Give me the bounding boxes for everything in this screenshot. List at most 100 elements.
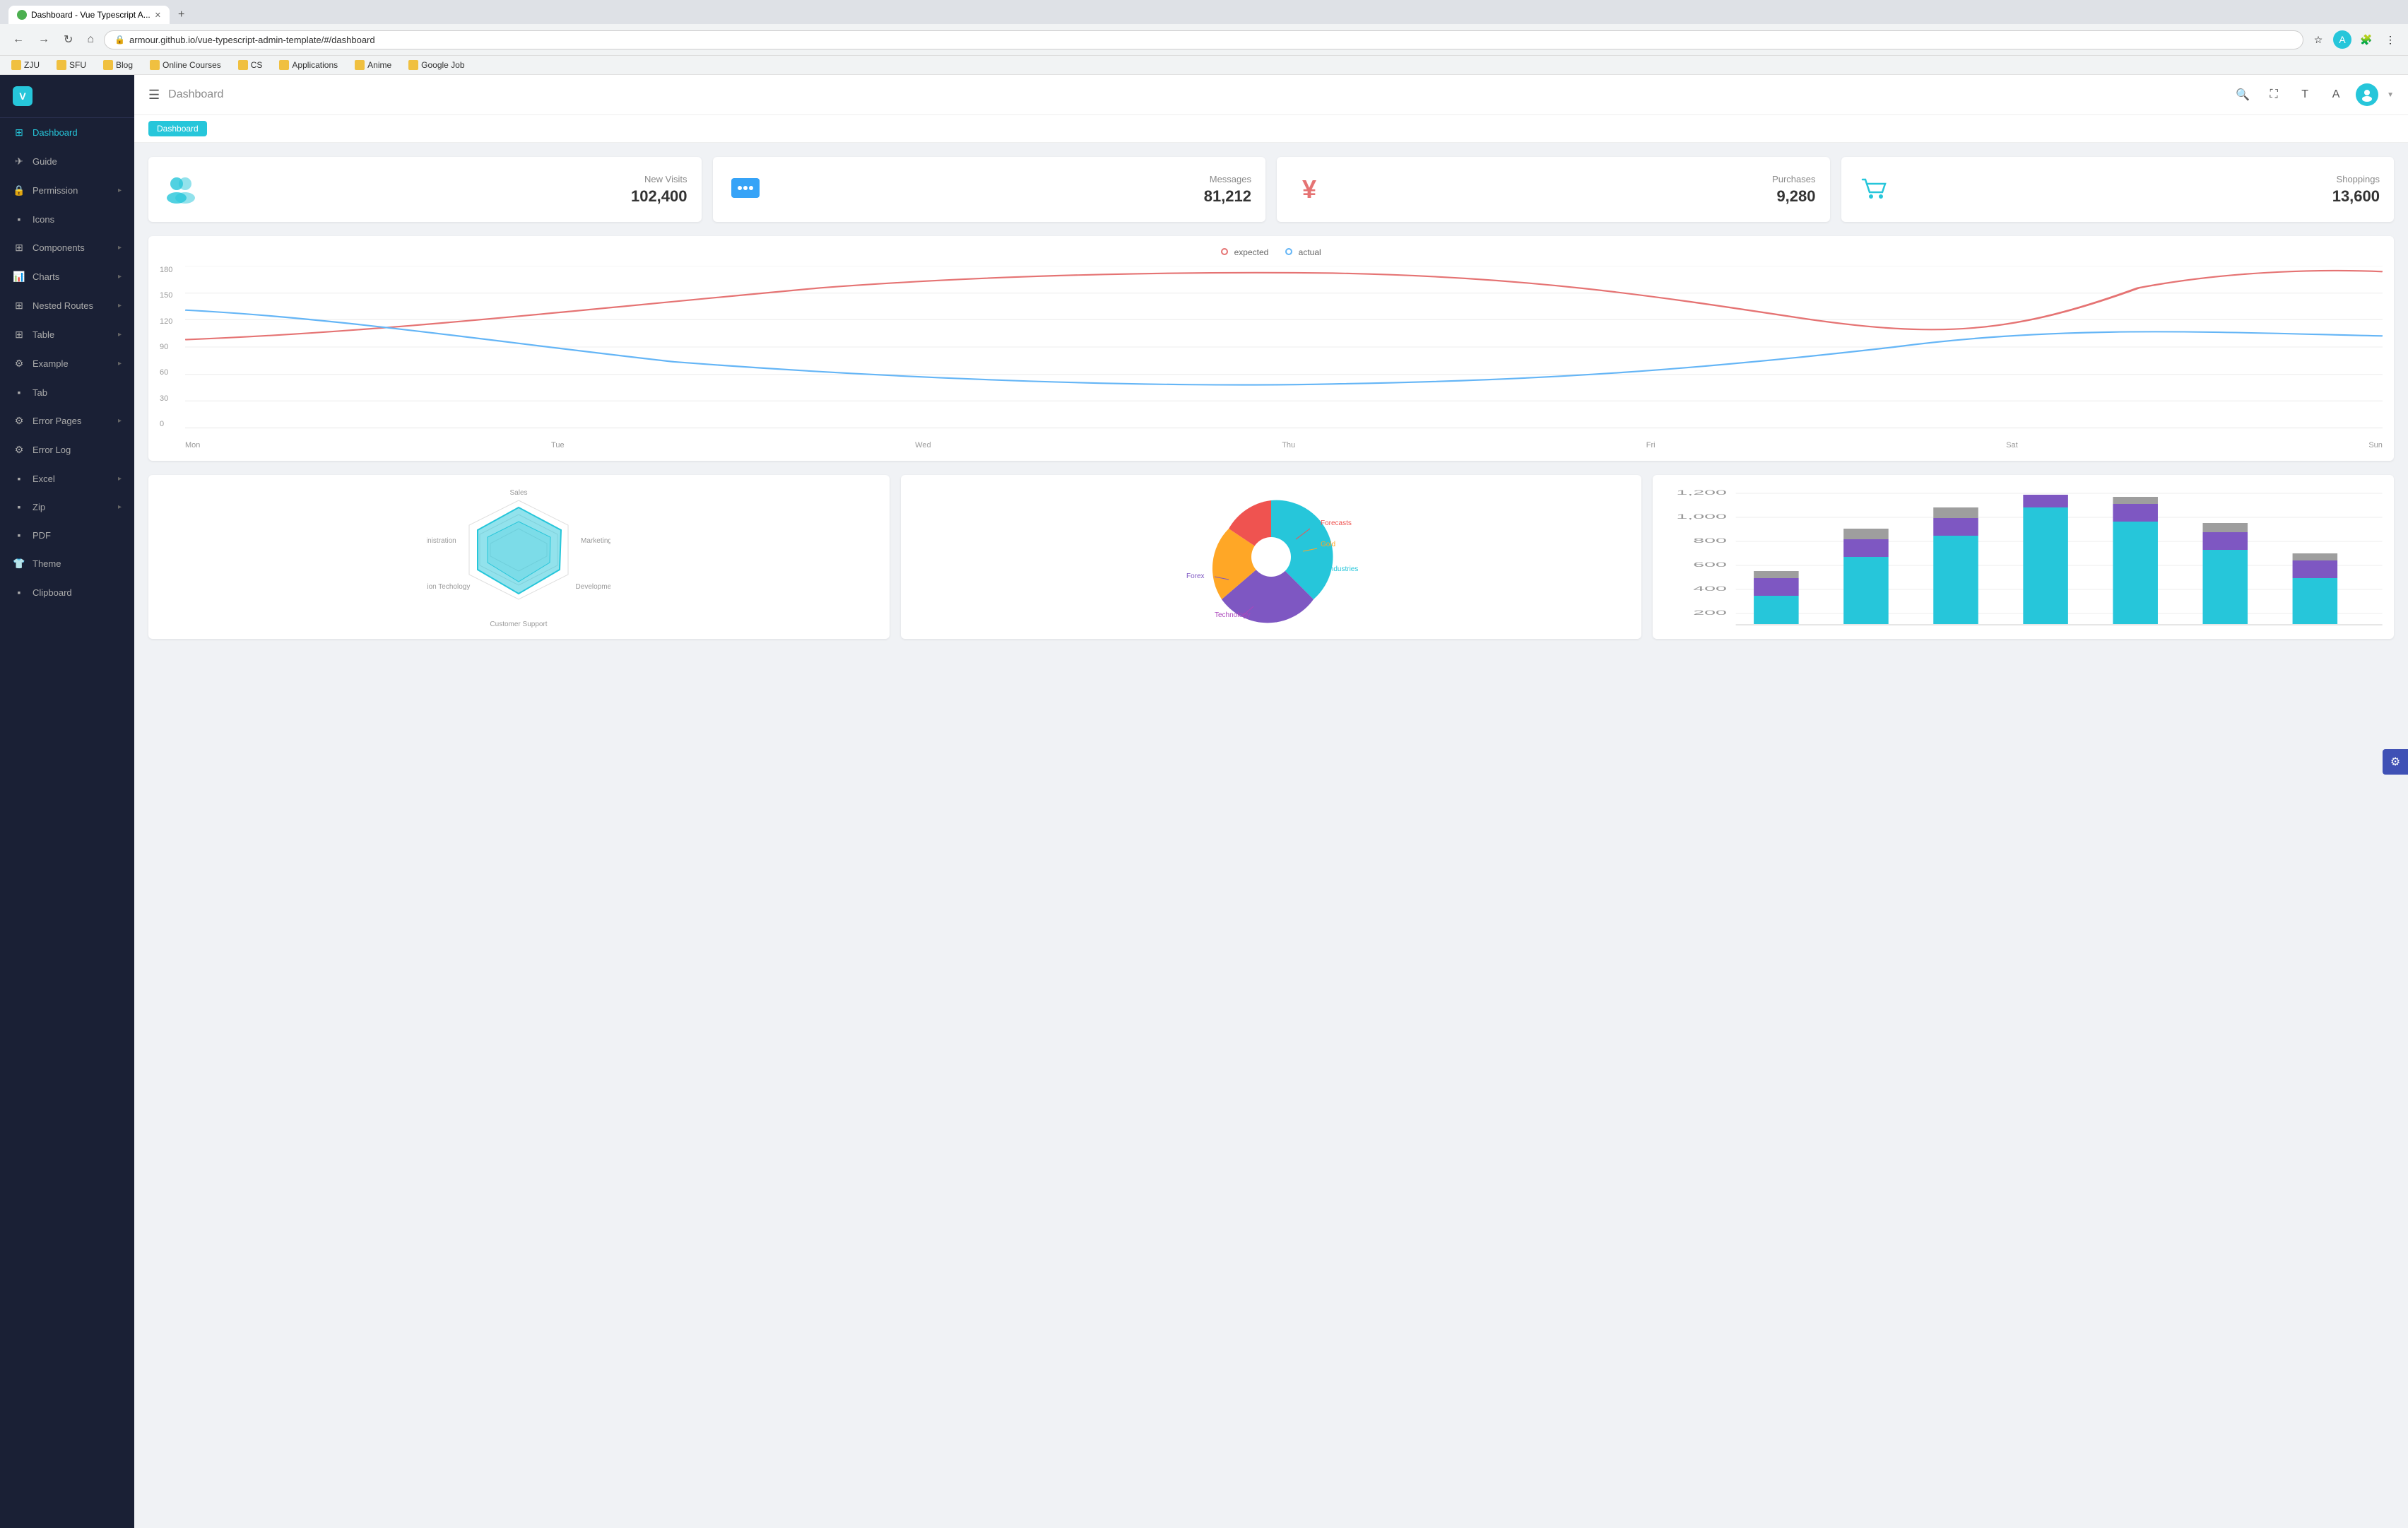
sidebar-item-label: Example bbox=[33, 358, 111, 369]
sidebar-item-charts[interactable]: 📊 Charts ▸ bbox=[0, 262, 134, 291]
chart-drawing-area bbox=[185, 266, 2383, 428]
address-bar[interactable]: 🔒 armour.github.io/vue-typescript-admin-… bbox=[104, 30, 2303, 49]
header-right: 🔍 ⛶ T A ▼ bbox=[2231, 83, 2394, 106]
bar-chart-card: 1,200 1,000 800 600 400 200 bbox=[1653, 475, 2394, 639]
zip-icon: ▪ bbox=[13, 501, 25, 512]
user-avatar[interactable] bbox=[2356, 83, 2378, 106]
tab-close-button[interactable]: ✕ bbox=[155, 11, 161, 20]
sidebar-item-table[interactable]: ⊞ Table ▸ bbox=[0, 320, 134, 349]
sidebar-item-dashboard[interactable]: ⊞ Dashboard bbox=[0, 118, 134, 147]
bookmark-zju[interactable]: ZJU bbox=[8, 59, 42, 71]
expected-dot bbox=[1221, 248, 1228, 255]
bookmark-icon[interactable]: ☆ bbox=[2309, 30, 2327, 49]
sidebar-item-permission[interactable]: 🔒 Permission ▸ bbox=[0, 176, 134, 205]
browser-nav: ← → ↻ ⌂ 🔒 armour.github.io/vue-typescrip… bbox=[0, 24, 2408, 56]
home-button[interactable]: ⌂ bbox=[83, 30, 98, 49]
bookmark-blog[interactable]: Blog bbox=[100, 59, 136, 71]
radar-chart: Sales Administration Marketing Developme… bbox=[160, 486, 878, 628]
sidebar-item-excel[interactable]: ▪ Excel ▸ bbox=[0, 464, 134, 493]
sidebar-item-label: Icons bbox=[33, 214, 122, 225]
sidebar-item-pdf[interactable]: ▪ PDF bbox=[0, 521, 134, 549]
header-left: ☰ Dashboard bbox=[148, 88, 223, 102]
menu-icon[interactable]: ⋮ bbox=[2381, 30, 2400, 49]
x-axis: Mon Tue Wed Thu Fri Sat Sun bbox=[185, 441, 2383, 449]
actual-label: actual bbox=[1299, 247, 1321, 257]
sidebar: V ⊞ Dashboard ✈ Guide 🔒 Permission ▸ ▪ I… bbox=[0, 75, 134, 1528]
fullscreen-icon[interactable]: ⛶ bbox=[2262, 83, 2285, 106]
dropdown-arrow[interactable]: ▼ bbox=[2387, 91, 2394, 99]
sidebar-item-error-log[interactable]: ⚙ Error Log bbox=[0, 435, 134, 464]
bookmark-label: Blog bbox=[116, 60, 133, 70]
sidebar-item-icons[interactable]: ▪ Icons bbox=[0, 205, 134, 233]
messages-icon bbox=[727, 171, 764, 208]
folder-icon bbox=[355, 60, 365, 70]
pie-chart: Forecasts Gold Industries Forex Technolo… bbox=[912, 486, 1631, 628]
sidebar-item-label: Permission bbox=[33, 185, 111, 196]
hamburger-icon[interactable]: ☰ bbox=[148, 88, 160, 102]
arrow-icon: ▸ bbox=[118, 417, 122, 425]
header-title: Dashboard bbox=[168, 88, 223, 101]
bookmarks-bar: ZJU SFU Blog Online Courses CS Applicati… bbox=[0, 56, 2408, 75]
stat-value: 81,212 bbox=[775, 187, 1252, 206]
arrow-icon: ▸ bbox=[118, 302, 122, 310]
new-tab-button[interactable]: + bbox=[172, 6, 190, 24]
tab-bar: Dashboard - Vue Typescript A... ✕ + bbox=[8, 6, 2400, 24]
tab-icon: ▪ bbox=[13, 387, 25, 398]
font-icon[interactable]: T bbox=[2294, 83, 2316, 106]
arrow-icon: ▸ bbox=[118, 187, 122, 194]
translate-icon[interactable]: A bbox=[2325, 83, 2347, 106]
stat-info-shoppings: Shoppings 13,600 bbox=[1904, 174, 2380, 206]
sidebar-item-error-pages[interactable]: ⚙ Error Pages ▸ bbox=[0, 406, 134, 435]
line-chart-container: 180 150 120 90 60 30 0 bbox=[160, 266, 2383, 449]
bookmark-sfu[interactable]: SFU bbox=[54, 59, 89, 71]
bookmark-online-courses[interactable]: Online Courses bbox=[147, 59, 224, 71]
forward-button[interactable]: → bbox=[34, 30, 54, 49]
arrow-icon: ▸ bbox=[118, 360, 122, 368]
content-area: New Visits 102,400 Messages 81,212 ¥ bbox=[134, 143, 2408, 653]
stat-label: New Visits bbox=[211, 174, 687, 184]
search-icon[interactable]: 🔍 bbox=[2231, 83, 2254, 106]
sidebar-item-tab[interactable]: ▪ Tab bbox=[0, 378, 134, 406]
refresh-button[interactable]: ↻ bbox=[59, 30, 77, 49]
sidebar-item-guide[interactable]: ✈ Guide bbox=[0, 147, 134, 176]
radar-chart-card: Sales Administration Marketing Developme… bbox=[148, 475, 890, 639]
stat-info-purchases: Purchases 9,280 bbox=[1339, 174, 1816, 206]
icons-icon: ▪ bbox=[13, 213, 25, 225]
x-label: Sun bbox=[2368, 441, 2383, 449]
table-icon: ⊞ bbox=[13, 329, 25, 341]
sidebar-item-clipboard[interactable]: ▪ Clipboard bbox=[0, 578, 134, 606]
sidebar-item-nested-routes[interactable]: ⊞ Nested Routes ▸ bbox=[0, 291, 134, 320]
sidebar-item-example[interactable]: ⚙ Example ▸ bbox=[0, 349, 134, 378]
bookmark-google-job[interactable]: Google Job bbox=[406, 59, 467, 71]
stat-info-messages: Messages 81,212 bbox=[775, 174, 1252, 206]
bookmark-cs[interactable]: CS bbox=[235, 59, 266, 71]
bookmark-applications[interactable]: Applications bbox=[276, 59, 341, 71]
active-tab[interactable]: Dashboard - Vue Typescript A... ✕ bbox=[8, 6, 170, 24]
expected-label: expected bbox=[1234, 247, 1269, 257]
bookmark-label: Applications bbox=[292, 60, 338, 70]
gear-fab-button[interactable]: ⚙ bbox=[2383, 749, 2408, 775]
bookmark-label: SFU bbox=[69, 60, 86, 70]
header: ☰ Dashboard 🔍 ⛶ T A ▼ bbox=[134, 75, 2408, 115]
url-text: armour.github.io/vue-typescript-admin-te… bbox=[129, 35, 2293, 45]
stats-row: New Visits 102,400 Messages 81,212 ¥ bbox=[148, 157, 2394, 222]
profile-icon[interactable]: A bbox=[2333, 30, 2351, 49]
svg-text:600: 600 bbox=[1694, 561, 1728, 568]
browser-chrome: Dashboard - Vue Typescript A... ✕ + bbox=[0, 0, 2408, 24]
svg-text:1,000: 1,000 bbox=[1677, 513, 1728, 520]
nested-routes-icon: ⊞ bbox=[13, 300, 25, 312]
sidebar-logo: V bbox=[0, 75, 134, 118]
y-label: 150 bbox=[160, 291, 179, 300]
arrow-icon: ▸ bbox=[118, 244, 122, 252]
sidebar-item-components[interactable]: ⊞ Components ▸ bbox=[0, 233, 134, 262]
tab-title: Dashboard - Vue Typescript A... bbox=[31, 10, 150, 20]
extension-icon[interactable]: 🧩 bbox=[2357, 30, 2375, 49]
y-label: 60 bbox=[160, 368, 179, 377]
actual-dot bbox=[1285, 248, 1292, 255]
excel-icon: ▪ bbox=[13, 473, 25, 484]
clipboard-icon: ▪ bbox=[13, 587, 25, 598]
sidebar-item-zip[interactable]: ▪ Zip ▸ bbox=[0, 493, 134, 521]
bookmark-anime[interactable]: Anime bbox=[352, 59, 394, 71]
back-button[interactable]: ← bbox=[8, 30, 28, 49]
sidebar-item-theme[interactable]: 👕 Theme bbox=[0, 549, 134, 578]
